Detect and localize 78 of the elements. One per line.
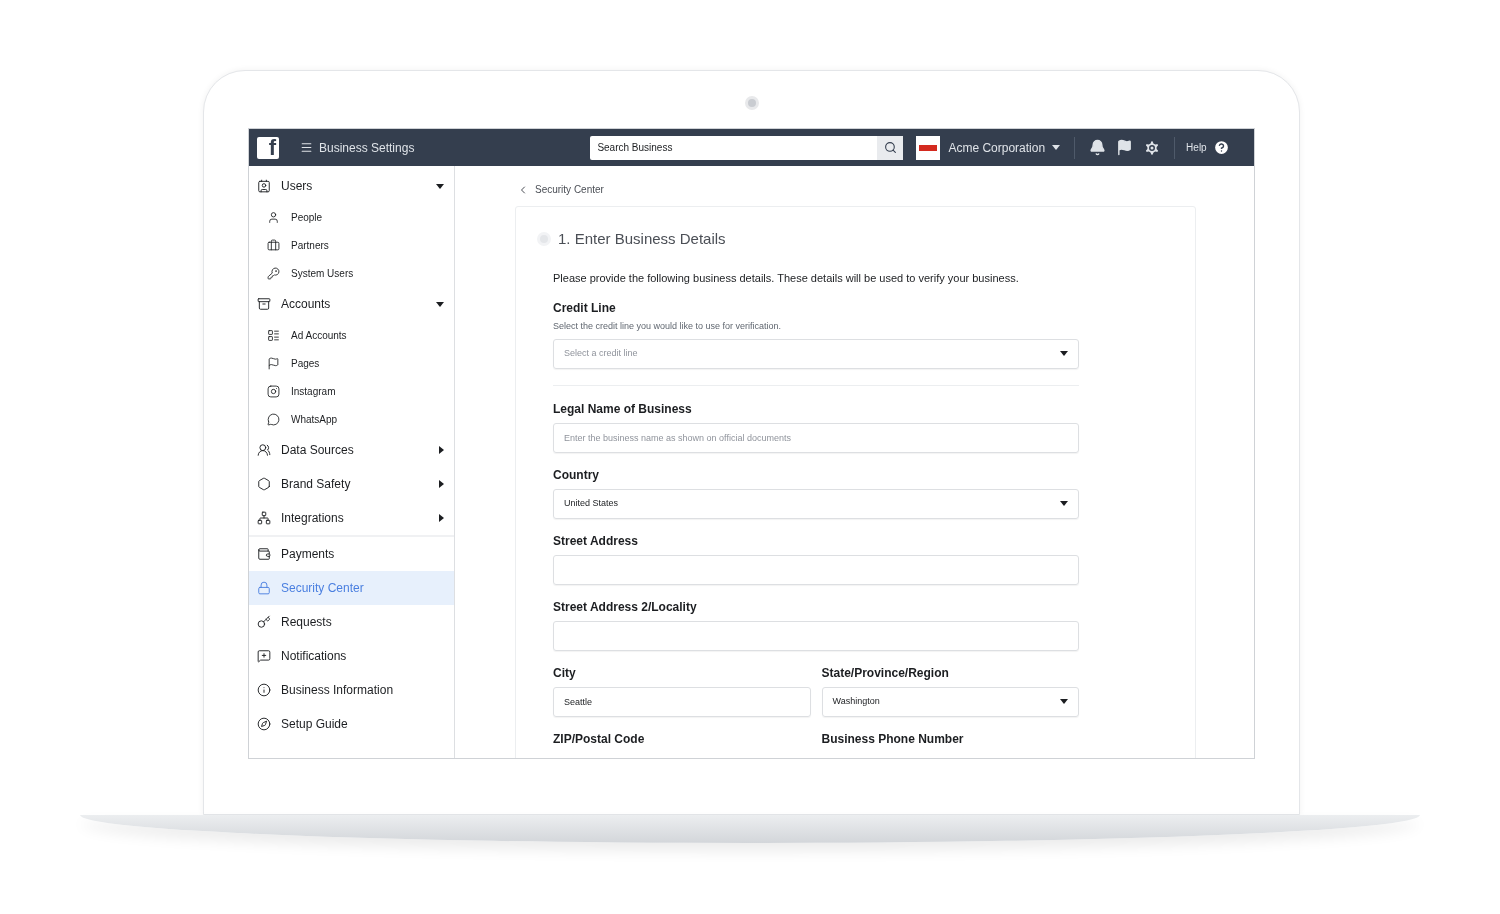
- item-icon: [257, 581, 271, 595]
- text-field[interactable]: [553, 554, 1079, 585]
- caret-down-icon: [436, 183, 444, 189]
- search-button[interactable]: [877, 135, 904, 160]
- caret-down-icon: [1060, 501, 1068, 506]
- item-icon: [267, 412, 280, 426]
- item-icon: [257, 547, 271, 561]
- select-field[interactable]: Washington: [821, 686, 1079, 717]
- caret-right-icon: [439, 480, 444, 488]
- sidebar-subitem[interactable]: WhatsApp: [249, 405, 454, 433]
- item-icon: [267, 266, 280, 280]
- step-title: 1. Enter Business Details: [558, 229, 726, 249]
- flag-icon[interactable]: [1116, 139, 1134, 156]
- caret-down-icon: [1052, 145, 1061, 150]
- field-label: ZIP/Postal Code: [553, 730, 646, 748]
- item-icon: [257, 511, 271, 525]
- sidebar-subitem[interactable]: Instagram: [249, 377, 454, 405]
- item-icon: [257, 179, 271, 193]
- caret-down-icon: [1060, 699, 1068, 704]
- item-icon: [267, 384, 280, 398]
- account-switcher[interactable]: Acme Corporation: [948, 138, 1061, 157]
- sidebar-item[interactable]: Brand Safety: [249, 467, 454, 501]
- sidebar-subitem[interactable]: Pages: [249, 349, 454, 377]
- sidebar-item[interactable]: Security Center: [249, 571, 454, 605]
- help-icon[interactable]: [1212, 139, 1230, 156]
- sidebar-subitem[interactable]: System Users: [249, 259, 454, 287]
- field-label: Country: [553, 466, 600, 484]
- select-field[interactable]: United States: [553, 488, 1079, 519]
- sidebar-item[interactable]: Accounts: [249, 287, 454, 321]
- field-label: City: [553, 664, 577, 682]
- sidebar-item[interactable]: Setup Guide: [249, 707, 454, 741]
- field-label: Business Phone Number: [821, 730, 965, 748]
- search-icon: [883, 141, 897, 154]
- caret-right-icon: [439, 514, 444, 522]
- caret-right-icon: [439, 446, 444, 454]
- camera-icon: [744, 96, 759, 110]
- step-intro: Please provide the following business details. These details will be used to verify your business.: [553, 270, 1020, 286]
- search-field[interactable]: Search Business: [590, 135, 878, 160]
- help-link[interactable]: Help: [1186, 140, 1207, 155]
- sidebar-subitem[interactable]: Partners: [249, 231, 454, 259]
- caret-down-icon: [436, 301, 444, 307]
- item-icon: [257, 443, 271, 457]
- item-icon: [257, 717, 271, 731]
- back-link[interactable]: Security Center: [517, 182, 1254, 197]
- item-icon: [267, 238, 280, 252]
- item-icon: [257, 297, 271, 311]
- sidebar-item[interactable]: Users: [249, 169, 454, 203]
- sidebar-subitem[interactable]: People: [249, 203, 454, 231]
- caret-down-icon: [1060, 351, 1068, 356]
- field-label: Street Address: [553, 532, 639, 550]
- sidebar-item[interactable]: Notifications: [249, 639, 454, 673]
- sidebar-item[interactable]: Requests: [249, 605, 454, 639]
- sidebar-item[interactable]: Business Information: [249, 673, 454, 707]
- item-icon: [257, 615, 271, 629]
- text-field[interactable]: [553, 620, 1079, 651]
- sidebar-item[interactable]: Data Sources: [249, 433, 454, 467]
- field-label: Credit Line: [553, 300, 617, 317]
- field-label: Street Address 2/Locality: [553, 598, 698, 616]
- item-icon: [257, 683, 271, 697]
- field-label: Legal Name of Business: [553, 400, 693, 418]
- text-field[interactable]: Seattle: [553, 686, 811, 717]
- field-hint: Select the credit line you would like to use for verification.: [553, 320, 783, 333]
- sidebar-item[interactable]: Payments: [249, 537, 454, 571]
- sidebar-subitem[interactable]: Ad Accounts: [249, 321, 454, 349]
- page-title: Business Settings: [319, 139, 415, 157]
- item-icon: [257, 477, 271, 491]
- item-icon: [267, 356, 280, 370]
- notifications-icon[interactable]: [1089, 139, 1107, 156]
- text-field[interactable]: Enter the business name as shown on official documents: [553, 422, 1079, 453]
- item-icon: [257, 649, 271, 663]
- sidebar-item[interactable]: Integrations: [249, 501, 454, 535]
- logo[interactable]: f: [257, 136, 279, 159]
- item-icon: [267, 210, 280, 224]
- account-logo-icon: [916, 135, 941, 160]
- item-icon: [267, 328, 280, 342]
- step-status-icon: [537, 232, 551, 247]
- menu-icon[interactable]: [300, 141, 313, 154]
- field-label: State/Province/Region: [821, 664, 950, 682]
